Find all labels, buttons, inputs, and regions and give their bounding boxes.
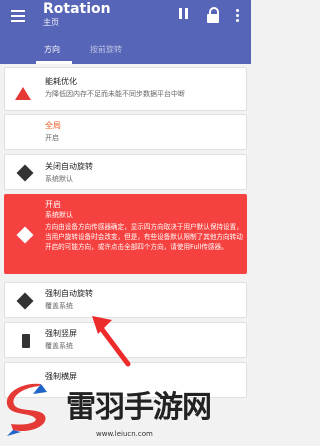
more-vert-icon[interactable] [228,6,246,24]
tab-rotate[interactable]: 按前旋转 [90,44,122,55]
app-title: Rotation [43,1,111,17]
watermark-url: www.leiucn.com [96,430,153,438]
card-title: 强制竖屏 [45,329,77,338]
watermark-text: 雷羽手游网 [66,390,212,425]
app-subtitle: 主页 [43,18,59,27]
card-title: 开启 [45,200,61,209]
card-sub: 系统默认 [45,211,73,219]
tab-indicator [36,61,72,64]
app-bar: Rotation 主页 方向 按前旋转 [0,0,251,64]
card-desc: 为降低因内存不足而未能不同步数据平台中断 [45,90,185,98]
tab-bar: 方向 按前旋转 [0,36,251,64]
card-sub: 开启 [45,134,59,142]
battery-warning-card[interactable]: 能耗优化 为降低因内存不足而未能不同步数据平台中断 [4,67,247,111]
tab-orientation[interactable]: 方向 [44,44,60,55]
rotate-icon [16,164,34,182]
card-title: 关闭自动旋转 [45,162,93,171]
rotate-icon [16,226,34,244]
portrait-icon [22,334,30,348]
card-title: 能耗优化 [45,77,77,86]
card-title: 强制自动旋转 [45,289,93,298]
menu-icon[interactable] [8,6,30,26]
card-sub: 覆盖系统 [45,342,73,350]
warning-icon [15,87,31,100]
pause-icon[interactable] [175,6,193,24]
global-card[interactable]: 全局 开启 [4,114,247,150]
card-sub: 系统默认 [45,175,73,183]
enabled-card[interactable]: 开启 系统默认 方向由设备方向传感器确定，显示四方向取决于用户默认保持设置，当用… [4,194,247,274]
card-desc: 方向由设备方向传感器确定，显示四方向取决于用户默认保持设置，当用户旋转设备时会改… [45,223,243,251]
lock-icon[interactable] [204,6,222,24]
watermark-logo [6,383,47,436]
card-sub: 覆盖系统 [45,302,73,310]
close-auto-rotate-card[interactable]: 关闭自动旋转 系统默认 [4,154,247,190]
card-title: 全局 [45,121,61,130]
rotate-icon [16,292,34,310]
annotation-arrow [92,316,131,367]
